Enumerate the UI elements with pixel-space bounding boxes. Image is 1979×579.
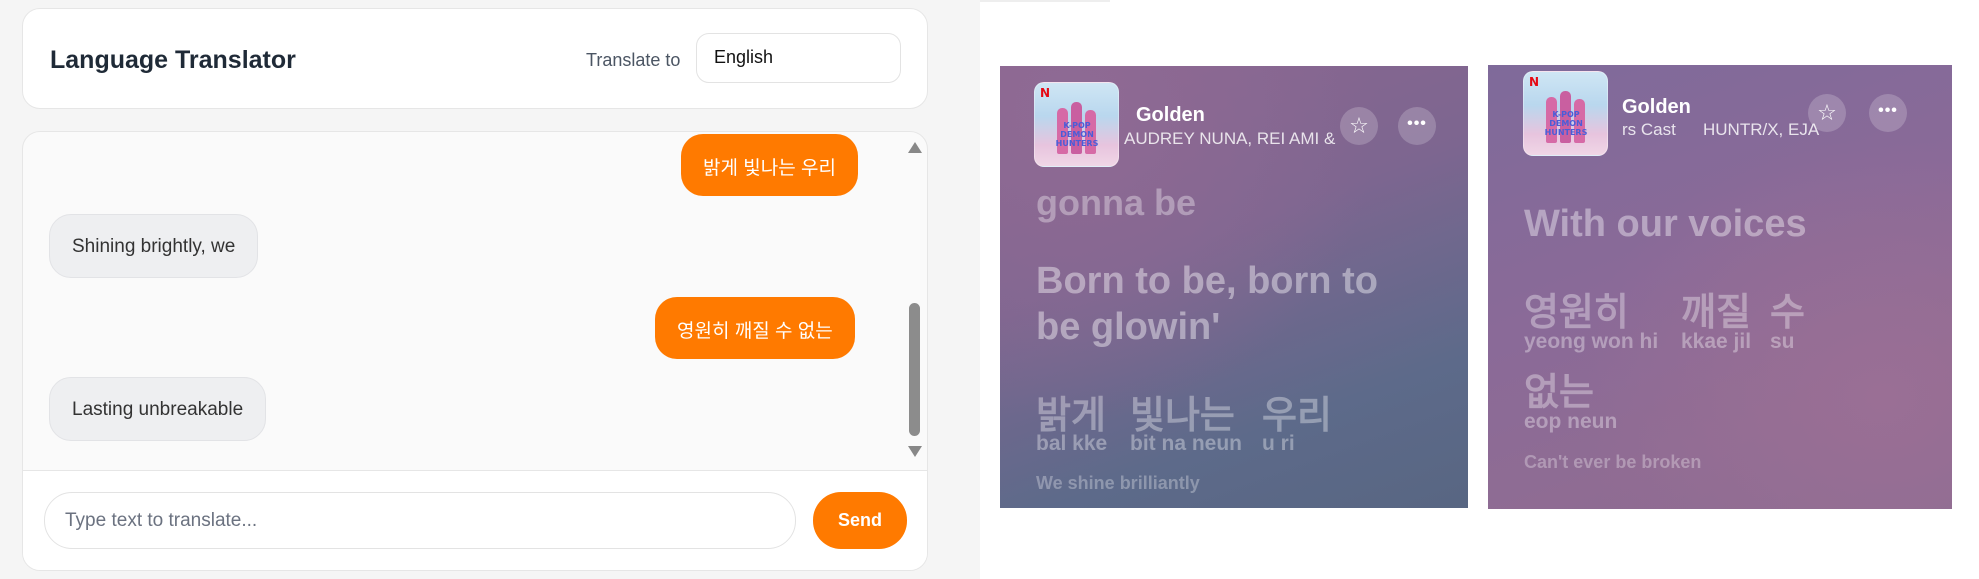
korean-word: 밝게 <box>1036 395 1106 437</box>
send-button[interactable]: Send <box>813 492 907 549</box>
korean-word: 빛나는 <box>1130 395 1235 437</box>
scroll-down-arrow-icon[interactable] <box>908 446 922 457</box>
korean-word: 우리 <box>1262 395 1332 437</box>
song-title: Golden <box>1136 104 1205 126</box>
header-card: Language Translator Translate to English <box>22 8 928 109</box>
message-list[interactable]: 밝게 빛나는 우리 Shining brightly, we 영원히 깨질 수 … <box>23 132 927 470</box>
romanization: eop neun <box>1524 410 1618 433</box>
bot-message: Lasting unbreakable <box>49 377 267 441</box>
lyric-line-current[interactable]: be glowin' <box>1036 306 1220 349</box>
user-message: 영원히 깨질 수 없는 <box>655 297 855 359</box>
lyric-line-previous[interactable]: With our voices <box>1524 203 1807 246</box>
album-art-lettering: K-POP DEMON HUNTERS <box>1544 110 1588 137</box>
scroll-up-arrow-icon[interactable] <box>908 142 922 153</box>
album-art[interactable]: N K-POP DEMON HUNTERS <box>1523 71 1608 156</box>
translate-text-input[interactable] <box>44 492 796 549</box>
more-options-icon[interactable]: ••• <box>1869 94 1907 132</box>
scrollbar-thumb[interactable] <box>909 303 920 436</box>
lyric-line-current[interactable]: Born to be, born to <box>1036 260 1378 303</box>
song-artist-right: HUNTR/X, EJA <box>1703 120 1820 139</box>
user-message: 밝게 빛나는 우리 <box>681 134 858 196</box>
romanization: bal kke <box>1036 432 1108 455</box>
lyric-line-previous[interactable]: gonna be <box>1036 182 1196 224</box>
divider <box>980 0 1110 2</box>
song-artist: AUDREY NUNA, REI AMI & <box>1124 129 1336 148</box>
chat-card: 밝게 빛나는 우리 Shining brightly, we 영원히 깨질 수 … <box>22 131 928 571</box>
netflix-logo-icon: N <box>1040 86 1051 100</box>
song-artist-left: rs Cast <box>1622 120 1676 139</box>
korean-word: 없는 <box>1524 372 1594 414</box>
translate-to-label: Translate to <box>586 50 681 70</box>
romanization: u ri <box>1262 432 1295 455</box>
korean-word: 영원히 <box>1524 292 1629 334</box>
bot-message: Shining brightly, we <box>49 214 259 278</box>
translator-app: Language Translator Translate to English… <box>0 0 980 579</box>
lyrics-card: N K-POP DEMON HUNTERS Golden AUDREY NUNA, … <box>1000 66 1468 508</box>
romanization: su <box>1770 330 1795 353</box>
app-title: Language Translator <box>50 46 296 74</box>
romanization: kkae jil <box>1681 330 1752 353</box>
netflix-logo-icon: N <box>1529 75 1540 89</box>
lyric-translation: We shine brilliantly <box>1036 473 1200 493</box>
more-options-icon[interactable]: ••• <box>1398 107 1436 145</box>
input-bar: Send <box>23 470 927 570</box>
target-language-select[interactable]: English <box>696 33 901 83</box>
song-title: Golden <box>1622 96 1691 118</box>
album-art[interactable]: N K-POP DEMON HUNTERS <box>1034 82 1119 167</box>
romanization: yeong won hi <box>1524 330 1659 353</box>
lyric-translation: Can't ever be broken <box>1524 452 1702 472</box>
album-art-lettering: K-POP DEMON HUNTERS <box>1055 121 1099 148</box>
romanization: bit na neun <box>1130 432 1242 455</box>
favorite-star-icon[interactable]: ☆ <box>1340 107 1378 145</box>
lyrics-card: N K-POP DEMON HUNTERS Golden rs Cast HUNTR… <box>1488 65 1952 509</box>
favorite-star-icon[interactable]: ☆ <box>1808 94 1846 132</box>
korean-word: 수 <box>1770 292 1805 334</box>
korean-word: 깨질 <box>1681 292 1751 334</box>
